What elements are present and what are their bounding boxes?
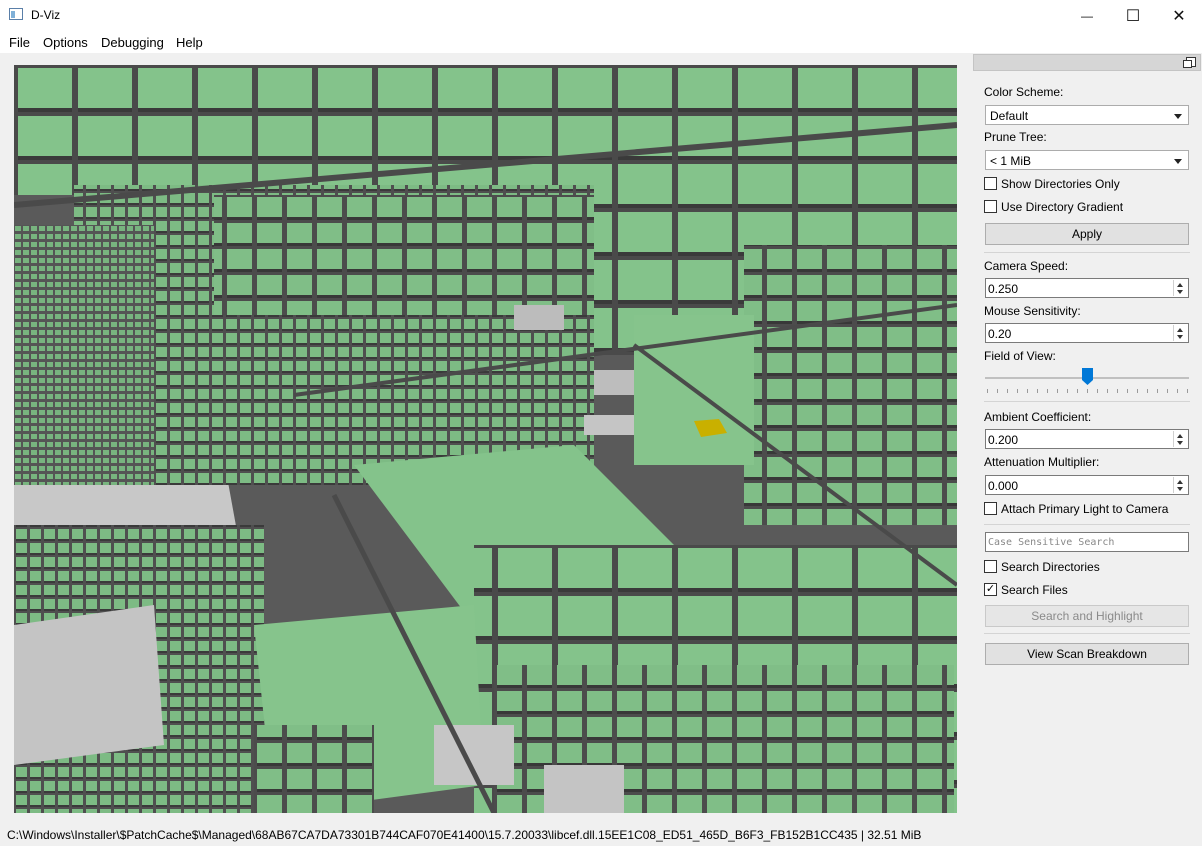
app-icon <box>9 8 23 20</box>
minimize-icon: — <box>1081 8 1093 23</box>
search-files-checkbox[interactable]: ✓ <box>984 583 997 596</box>
maximize-icon: ☐ <box>1125 7 1141 25</box>
slider-tick <box>1057 389 1058 393</box>
status-size: 32.51 MiB <box>867 828 922 842</box>
ambient-coefficient-spinbox[interactable]: 0.200 <box>985 429 1189 449</box>
field-of-view-slider-handle[interactable] <box>1082 368 1093 385</box>
menu-file[interactable]: File <box>9 35 30 50</box>
slider-tick <box>1087 389 1088 393</box>
divider <box>984 633 1190 634</box>
show-directories-only-checkbox[interactable] <box>984 177 997 190</box>
color-scheme-label: Color Scheme: <box>984 85 1064 99</box>
search-directories-checkbox[interactable] <box>984 560 997 573</box>
slider-tick <box>1037 389 1038 393</box>
attenuation-multiplier-spinbox[interactable]: 0.000 <box>985 475 1189 495</box>
slider-tick <box>1067 389 1068 393</box>
float-dock-icon[interactable] <box>1183 57 1196 68</box>
title-bar: D-Viz — ☐ ✕ <box>0 0 1202 31</box>
prune-tree-label: Prune Tree: <box>984 130 1047 144</box>
divider <box>984 252 1190 253</box>
attenuation-multiplier-value: 0.000 <box>988 479 1019 493</box>
color-scheme-value: Default <box>990 109 1029 123</box>
mouse-sensitivity-value: 0.20 <box>988 327 1012 341</box>
ambient-coefficient-label: Ambient Coefficient: <box>984 410 1092 424</box>
prune-tree-value: < 1 MiB <box>990 154 1032 168</box>
slider-tick <box>1167 389 1168 393</box>
maximize-button[interactable]: ☐ <box>1110 0 1156 31</box>
search-files-label: Search Files <box>1001 583 1068 597</box>
minimize-button[interactable]: — <box>1064 0 1110 31</box>
status-path: C:\Windows\Installer\$PatchCache$\Manage… <box>7 828 858 842</box>
field-of-view-label: Field of View: <box>984 349 1056 363</box>
search-input[interactable] <box>985 532 1189 552</box>
slider-tick <box>1137 389 1138 393</box>
chevron-down-icon <box>1174 114 1182 119</box>
show-directories-only-label: Show Directories Only <box>1001 177 1120 191</box>
slider-tick <box>1097 389 1098 393</box>
slider-tick <box>1177 389 1178 393</box>
slider-tick <box>1077 389 1078 393</box>
apply-button[interactable]: Apply <box>985 223 1189 245</box>
spin-arrows-icon[interactable] <box>1173 477 1187 493</box>
close-button[interactable]: ✕ <box>1156 0 1202 31</box>
treemap-3d-viewport[interactable] <box>14 65 957 813</box>
slider-tick <box>1187 389 1188 393</box>
search-directories-label: Search Directories <box>1001 560 1100 574</box>
use-directory-gradient-checkbox[interactable] <box>984 200 997 213</box>
camera-speed-label: Camera Speed: <box>984 259 1069 273</box>
camera-speed-value: 0.250 <box>988 282 1019 296</box>
color-scheme-combo[interactable]: Default <box>985 105 1189 125</box>
panel-float-bar <box>973 54 1201 71</box>
slider-tick <box>1047 389 1048 393</box>
slider-tick <box>1107 389 1108 393</box>
slider-tick <box>987 389 988 393</box>
spin-arrows-icon[interactable] <box>1173 325 1187 341</box>
slider-tick <box>1157 389 1158 393</box>
slider-tick <box>1117 389 1118 393</box>
slider-tick <box>1017 389 1018 393</box>
slider-tick <box>1007 389 1008 393</box>
divider <box>984 401 1190 402</box>
spin-arrows-icon[interactable] <box>1173 280 1187 296</box>
slider-tick <box>1127 389 1128 393</box>
slider-tick <box>1147 389 1148 393</box>
attenuation-multiplier-label: Attenuation Multiplier: <box>984 455 1100 469</box>
attach-primary-light-label: Attach Primary Light to Camera <box>1001 502 1169 516</box>
treemap-render <box>14 65 957 813</box>
close-icon: ✕ <box>1172 7 1186 25</box>
attach-primary-light-checkbox[interactable] <box>984 502 997 515</box>
ambient-coefficient-value: 0.200 <box>988 433 1019 447</box>
camera-speed-spinbox[interactable]: 0.250 <box>985 278 1189 298</box>
spin-arrows-icon[interactable] <box>1173 431 1187 447</box>
mouse-sensitivity-spinbox[interactable]: 0.20 <box>985 323 1189 343</box>
window-title: D-Viz <box>31 8 61 22</box>
slider-tick <box>997 389 998 393</box>
menu-help[interactable]: Help <box>176 35 203 50</box>
search-and-highlight-button[interactable]: Search and Highlight <box>985 605 1189 627</box>
status-bar: C:\Windows\Installer\$PatchCache$\Manage… <box>7 828 921 842</box>
chevron-down-icon <box>1174 159 1182 164</box>
prune-tree-combo[interactable]: < 1 MiB <box>985 150 1189 170</box>
mouse-sensitivity-label: Mouse Sensitivity: <box>984 304 1081 318</box>
use-directory-gradient-label: Use Directory Gradient <box>1001 200 1124 214</box>
slider-tick <box>1027 389 1028 393</box>
view-scan-breakdown-button[interactable]: View Scan Breakdown <box>985 643 1189 665</box>
menu-options[interactable]: Options <box>43 35 88 50</box>
divider <box>984 524 1190 525</box>
menu-debugging[interactable]: Debugging <box>101 35 164 50</box>
